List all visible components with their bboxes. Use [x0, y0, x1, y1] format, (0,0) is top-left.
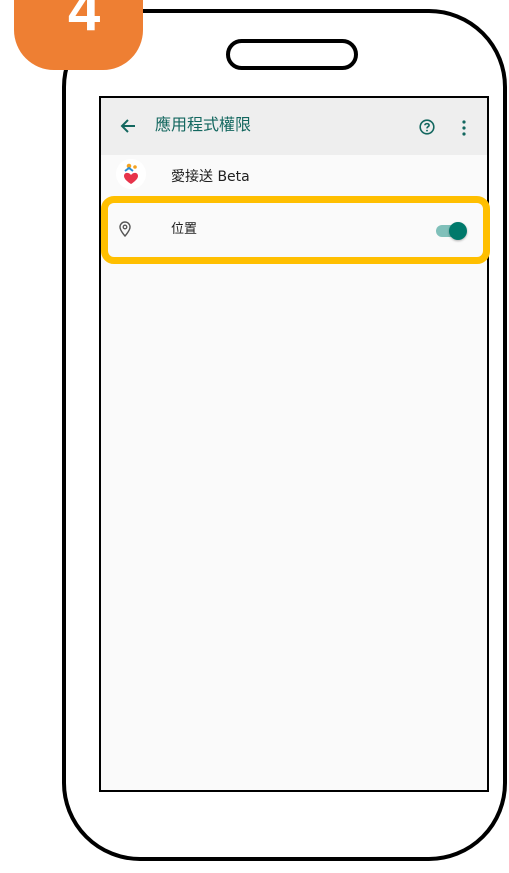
app-icon: [116, 159, 146, 189]
arrow-left-icon[interactable]: [119, 117, 137, 135]
step-number: 4: [68, 0, 101, 43]
help-circle-icon[interactable]: [419, 119, 435, 135]
phone-speaker: [226, 39, 358, 70]
app-name: 愛接送 Beta: [171, 169, 250, 185]
app-header-row: 愛接送 Beta: [101, 155, 487, 199]
app-bar: 應用程式權限: [101, 98, 487, 155]
more-vert-icon[interactable]: [461, 120, 467, 136]
step-badge: 4: [14, 0, 143, 70]
page-title: 應用程式權限: [155, 115, 252, 134]
highlight-box: [101, 196, 490, 264]
